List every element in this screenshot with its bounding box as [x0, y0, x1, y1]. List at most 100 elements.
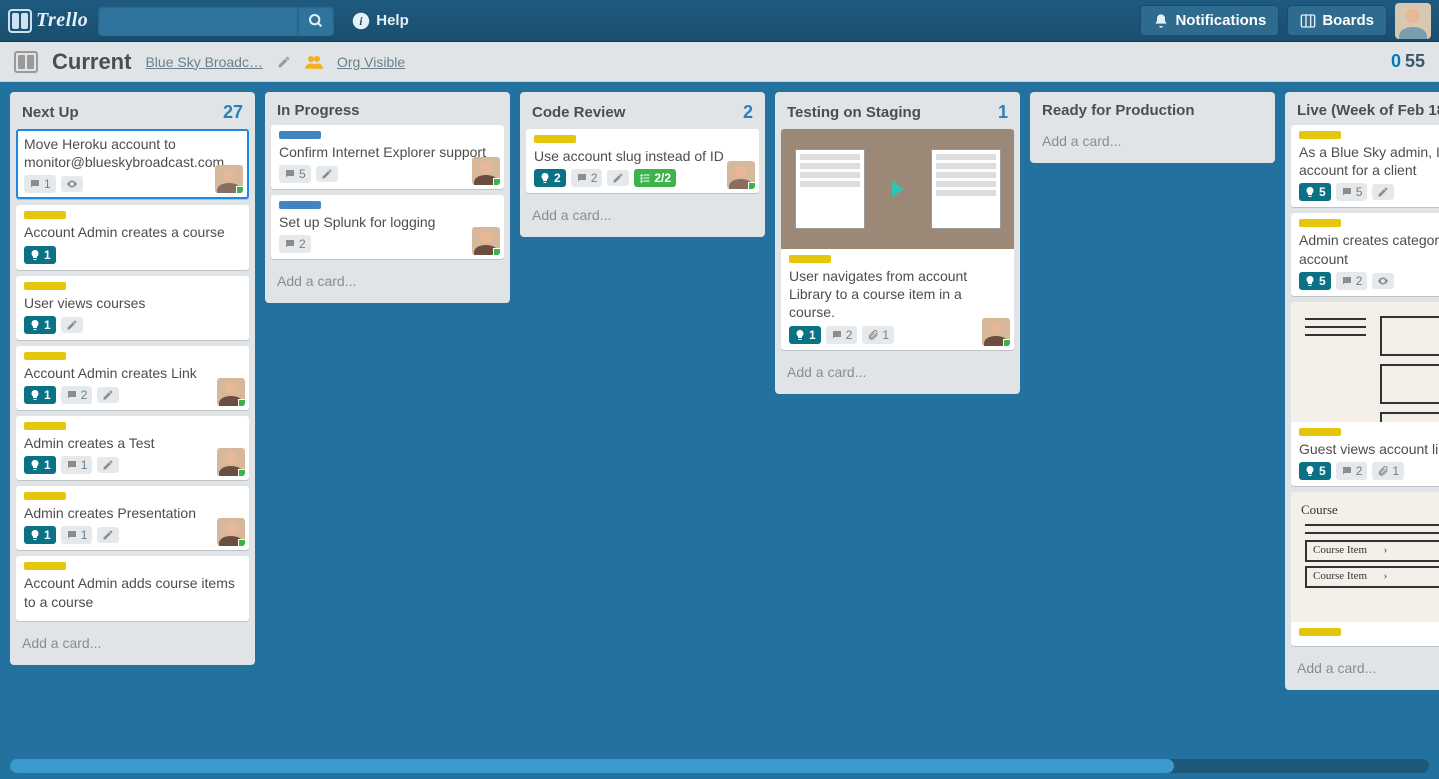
list-header[interactable]: Next Up27: [16, 98, 249, 129]
list-header[interactable]: Code Review2: [526, 98, 759, 129]
comments-badge: 2: [61, 386, 93, 404]
list-header[interactable]: Ready for Production: [1036, 98, 1269, 125]
board-visibility[interactable]: Org Visible: [337, 54, 405, 70]
member-avatar[interactable]: [217, 378, 245, 406]
list-count: 1: [998, 102, 1008, 123]
card-label: [24, 562, 66, 570]
attachments-badge: 1: [862, 326, 894, 344]
card[interactable]: As a Blue Sky admin, I create an account…: [1291, 125, 1439, 207]
card-badges: 1: [24, 316, 241, 334]
list-cards: Use account slug instead of ID222/2: [526, 129, 759, 199]
card[interactable]: Account Admin adds course items to a cou…: [16, 556, 249, 620]
card-label: [24, 422, 66, 430]
card-badges: 222/2: [534, 169, 751, 187]
comments-badge: 1: [61, 526, 93, 544]
card[interactable]: Account Admin creates Link12: [16, 346, 249, 410]
trello-logo[interactable]: Trello: [8, 9, 88, 33]
card-badges: 1: [24, 175, 241, 193]
list: In ProgressConfirm Internet Explorer sup…: [265, 92, 510, 303]
card-label: [24, 352, 66, 360]
help-link[interactable]: i Help: [344, 8, 417, 34]
add-card-link[interactable]: Add a card...: [1036, 125, 1269, 157]
card-title: Admin creates a Test: [24, 434, 241, 452]
watch-badge: [61, 176, 83, 192]
add-card-link[interactable]: Add a card...: [271, 265, 504, 297]
member-avatar[interactable]: [472, 227, 500, 255]
edit-badge[interactable]: [97, 527, 119, 543]
points-badge: 1: [789, 326, 821, 344]
board-canvas[interactable]: Next Up27 Move Heroku account to monitor@…: [0, 82, 1439, 755]
user-avatar[interactable]: [1395, 3, 1431, 39]
attachments-badge: 1: [1372, 462, 1404, 480]
logo-icon: [8, 9, 32, 33]
boards-button[interactable]: Boards: [1287, 5, 1387, 36]
notifications-button[interactable]: Notifications: [1140, 5, 1279, 36]
card-cover-image: [1291, 302, 1439, 422]
card-label: [1299, 131, 1341, 139]
card[interactable]: Use account slug instead of ID222/2: [526, 129, 759, 193]
edit-badge[interactable]: [316, 166, 338, 182]
card[interactable]: CourseCourse Item ›Course Item ›: [1291, 492, 1439, 646]
card[interactable]: User views courses 1: [16, 276, 249, 340]
member-avatar[interactable]: [217, 448, 245, 476]
card-title: Account Admin adds course items to a cou…: [24, 574, 241, 610]
card[interactable]: User navigates from account Library to a…: [781, 129, 1014, 350]
comments-badge: 2: [279, 235, 311, 253]
add-card-link[interactable]: Add a card...: [781, 356, 1014, 388]
add-card-link[interactable]: Add a card...: [526, 199, 759, 231]
edit-badge[interactable]: [97, 457, 119, 473]
member-avatar[interactable]: [217, 518, 245, 546]
presence-indicator: [493, 178, 500, 185]
list: Next Up27 Move Heroku account to monitor@…: [10, 92, 255, 665]
list-count: 27: [223, 102, 243, 123]
list-header[interactable]: Testing on Staging1: [781, 98, 1014, 129]
card[interactable]: Admin creates a Test 11: [16, 416, 249, 480]
member-avatar[interactable]: [727, 161, 755, 189]
card[interactable]: Confirm Internet Explorer support5: [271, 125, 504, 189]
presence-indicator: [748, 182, 755, 189]
edit-board-icon[interactable]: [277, 55, 291, 69]
comments-badge: 2: [1336, 272, 1368, 290]
board-icon: [14, 51, 38, 73]
comments-badge: 5: [279, 165, 311, 183]
card-label: [1299, 428, 1341, 436]
member-avatar[interactable]: [982, 318, 1010, 346]
add-card-link[interactable]: Add a card...: [16, 627, 249, 659]
card[interactable]: Admin creates categories for account52: [1291, 213, 1439, 295]
member-avatar[interactable]: [472, 157, 500, 185]
comments-badge: 1: [61, 456, 93, 474]
list-cards: As a Blue Sky admin, I create an account…: [1291, 125, 1439, 652]
list-cards: User navigates from account Library to a…: [781, 129, 1014, 356]
edit-badge[interactable]: [97, 387, 119, 403]
card[interactable]: Account Admin creates a course1: [16, 205, 249, 269]
card[interactable]: Admin creates Presentation11: [16, 486, 249, 550]
checklist-badge: 2/2: [634, 169, 676, 187]
board-title[interactable]: Current: [52, 49, 131, 75]
card[interactable]: Move Heroku account to monitor@blueskybr…: [16, 129, 249, 199]
presence-indicator: [236, 186, 243, 193]
comments-badge: 2: [571, 169, 603, 187]
points-badge: 5: [1299, 462, 1331, 480]
card-title: Move Heroku account to monitor@blueskybr…: [24, 135, 241, 171]
edit-badge[interactable]: [61, 317, 83, 333]
card[interactable]: Guest views account library521: [1291, 302, 1439, 486]
points-badge: 1: [24, 456, 56, 474]
board-header: Current Blue Sky Broadc… Org Visible 0 5…: [0, 42, 1439, 82]
edit-badge[interactable]: [607, 170, 629, 186]
card-badges: 521: [1299, 462, 1439, 480]
list-header[interactable]: In Progress: [271, 98, 504, 125]
points-badge: 1: [24, 386, 56, 404]
horizontal-scrollbar[interactable]: [10, 759, 1429, 773]
card[interactable]: Set up Splunk for logging2: [271, 195, 504, 259]
edit-badge[interactable]: [1372, 184, 1394, 200]
add-card-link[interactable]: Add a card...: [1291, 652, 1439, 684]
horizontal-scrollbar-thumb[interactable]: [10, 759, 1174, 773]
list-header[interactable]: Live (Week of Feb 18): [1291, 98, 1439, 125]
list-cards: Move Heroku account to monitor@blueskybr…: [16, 129, 249, 627]
board-org-link[interactable]: Blue Sky Broadc…: [145, 54, 263, 70]
search-input[interactable]: [98, 6, 298, 36]
member-avatar[interactable]: [215, 165, 243, 193]
list: Live (Week of Feb 18)As a Blue Sky admin…: [1285, 92, 1439, 690]
search-button[interactable]: [298, 6, 334, 36]
card-title: User views courses: [24, 294, 241, 312]
